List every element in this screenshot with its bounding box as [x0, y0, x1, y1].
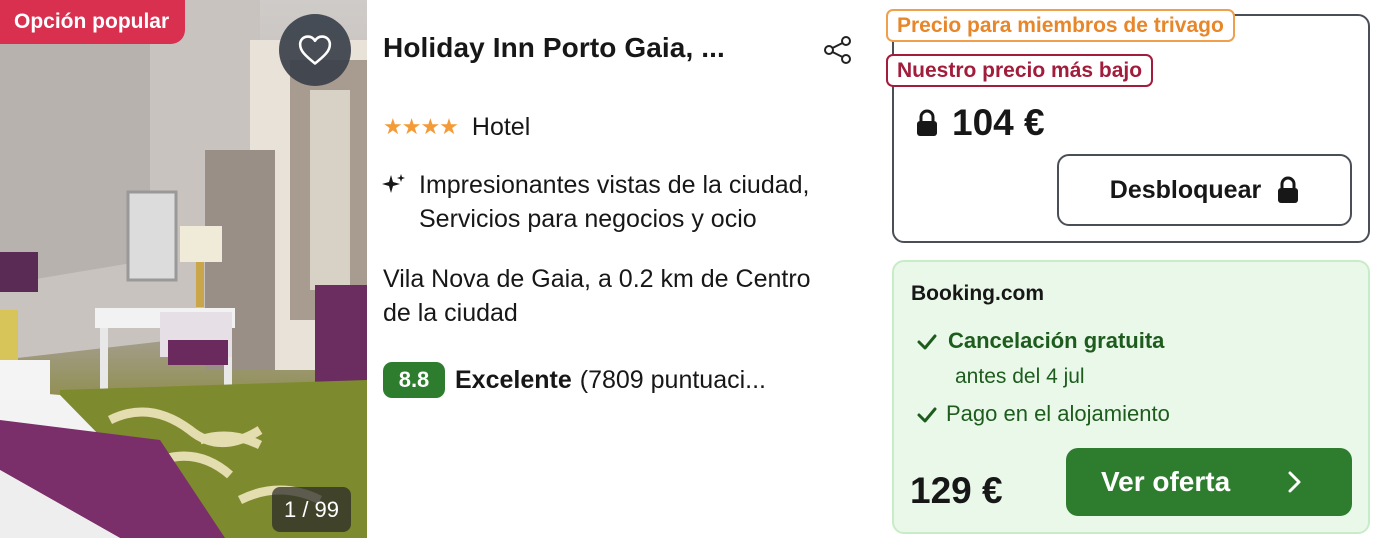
share-icon[interactable]	[820, 32, 856, 68]
photo-counter: 1 / 99	[272, 487, 351, 532]
location-line-2: de la ciudad	[383, 299, 518, 327]
hotel-photo[interactable]: Opción popular 1 / 99	[0, 0, 367, 538]
deal-price: 129 €	[910, 470, 1003, 511]
free-cancellation: Cancelación gratuita	[916, 328, 1164, 354]
highlights-line-1: Impresionantes vistas de la ciudad,	[419, 171, 810, 199]
rating-count: (7809 puntuaci...	[579, 365, 766, 394]
hotel-location: Vila Nova de Gaia, a 0.2 km de Centro de…	[383, 262, 883, 330]
view-offer-button[interactable]: Ver oferta	[1066, 448, 1352, 516]
pay-at-property-label: Pago en el alojamiento	[946, 401, 1170, 426]
highlights: Impresionantes vistas de la ciudad, Serv…	[381, 168, 881, 236]
lowest-price-tag: Nuestro precio más bajo	[886, 54, 1154, 87]
check-icon	[917, 334, 937, 350]
check-icon	[917, 407, 937, 423]
lock-icon	[1278, 176, 1299, 203]
member-price: 104 €	[916, 100, 1045, 146]
unlock-button-label: Desbloquear	[1109, 175, 1262, 204]
cancellation-deadline: antes del 4 jul	[955, 365, 1085, 388]
deal-provider: Booking.com	[911, 282, 1045, 305]
rating[interactable]: 8.8 Excelente (7809 puntuaci...	[383, 361, 766, 399]
hotel-name[interactable]: Holiday Inn Porto Gaia, ...	[383, 32, 803, 64]
unlock-button[interactable]: Desbloquear	[1057, 154, 1352, 226]
free-cancellation-label: Cancelación gratuita	[948, 328, 1165, 353]
favorite-button[interactable]	[279, 14, 351, 86]
view-offer-label: Ver oferta	[1101, 466, 1231, 497]
chevron-right-icon	[1288, 471, 1301, 493]
hotel-category: ★★★★ Hotel	[383, 110, 530, 144]
pay-at-property: Pago en el alojamiento	[916, 401, 1170, 427]
lock-icon	[917, 109, 937, 136]
member-price-tag: Precio para miembros de trivago	[886, 9, 1235, 42]
highlights-line-2: Servicios para negocios y ocio	[419, 205, 757, 233]
popular-choice-badge: Opción popular	[0, 0, 186, 44]
member-price-amount: 104 €	[952, 102, 1045, 143]
star-rating-icon: ★★★★	[383, 114, 459, 139]
rating-score-badge: 8.8	[383, 362, 445, 398]
sparkle-icon	[382, 174, 405, 193]
accommodation-type: Hotel	[471, 112, 531, 141]
rating-label: Excelente	[455, 365, 572, 394]
location-line-1: Vila Nova de Gaia, a 0.2 km de Centro	[383, 265, 811, 293]
heart-icon	[298, 35, 332, 65]
